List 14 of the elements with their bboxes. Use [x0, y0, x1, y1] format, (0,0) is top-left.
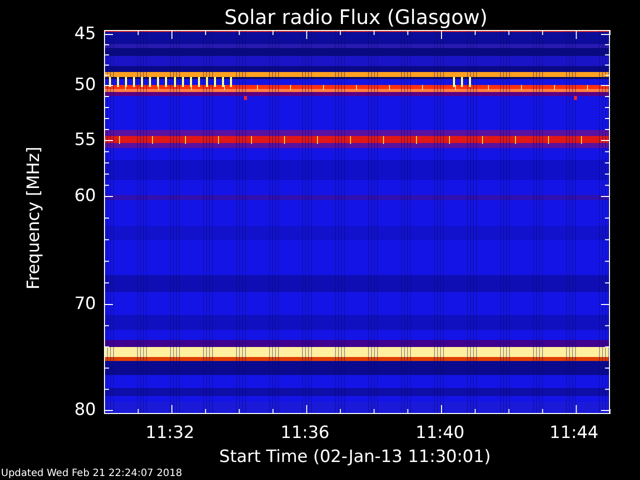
y-tick-label: 80: [74, 400, 96, 420]
x-tick-label: 11:44: [550, 422, 598, 443]
chart-title: Solar radio Flux (Glasgow): [223, 4, 488, 30]
x-tick-label: 11:40: [416, 422, 464, 443]
y-tick-label: 50: [74, 74, 96, 95]
x-tick-label: 11:36: [280, 422, 330, 443]
update-timestamp: Updated Wed Feb 21 22:24:07 2018: [0, 468, 182, 480]
y-tick-label: 45: [74, 24, 96, 44]
y-tick-label: 55: [74, 130, 96, 150]
y-tick-label: 70: [74, 294, 96, 314]
y-axis-title: Frequency [MHz]: [24, 146, 44, 290]
y-tick-label: 60: [74, 186, 96, 206]
x-tick-label: 11:32: [146, 422, 194, 443]
x-axis-title: Start Time (02-Jan-13 11:30:01): [219, 447, 491, 468]
